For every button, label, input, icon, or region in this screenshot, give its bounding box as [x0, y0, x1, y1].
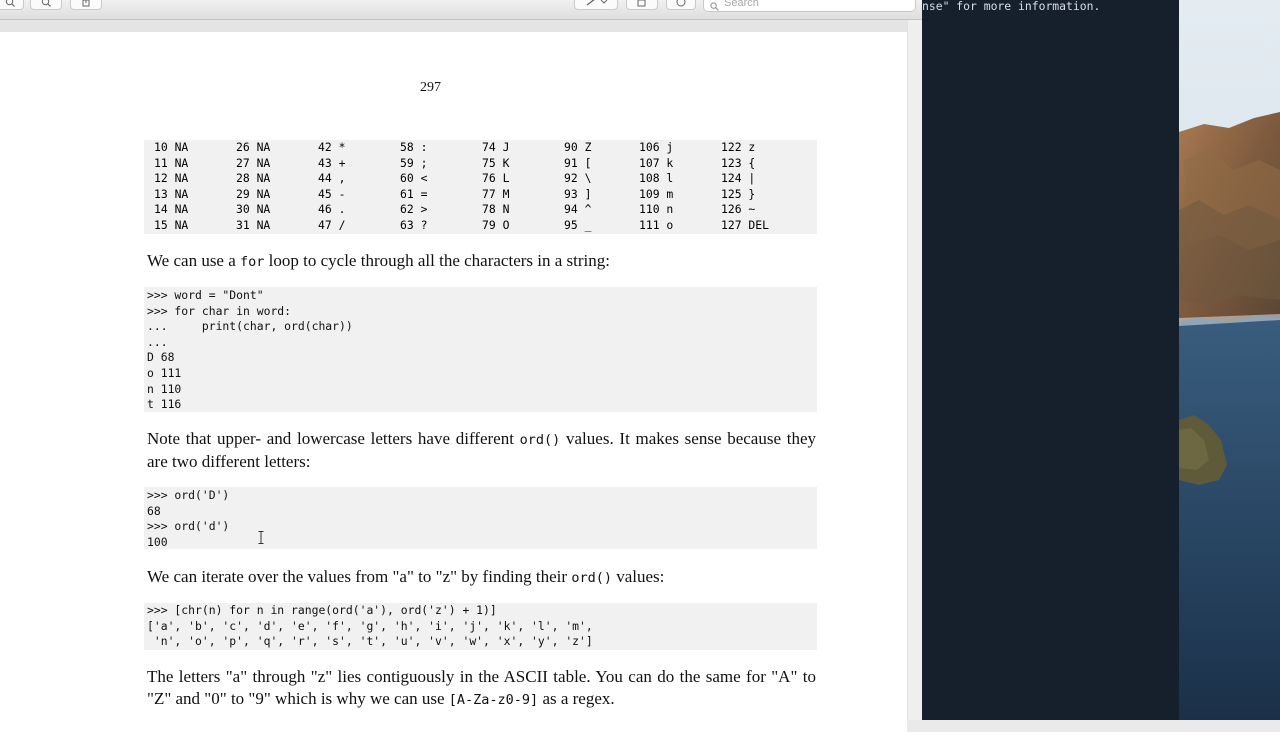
ascii-table-cell: 107 k	[639, 155, 674, 170]
ascii-table-cell: 125 }	[721, 186, 756, 201]
ascii-table-cell: 44 ,	[318, 171, 346, 186]
ascii-table-cell: 95 _	[564, 217, 592, 232]
ascii-table-cell: 123 {	[721, 155, 756, 170]
ascii-table-cell: 61 =	[400, 186, 428, 201]
markup-circle-icon	[676, 0, 686, 7]
inline-code: for	[240, 254, 265, 270]
ascii-table-cell: 106 j	[639, 140, 674, 154]
ibeam-cursor-icon	[258, 531, 264, 544]
zoom-out-icon	[5, 0, 15, 7]
ascii-table-cell: 63 ?	[400, 217, 428, 232]
ascii-table-cell: 124 |	[721, 171, 756, 186]
ascii-table-cell: 78 N	[482, 202, 510, 217]
ascii-table-cell: 26 NA	[236, 140, 271, 154]
paragraph-text: Note that upper- and lowercase letters h…	[147, 429, 520, 448]
inline-code: [A-Za-z0-9]	[448, 692, 539, 708]
search-icon	[710, 0, 719, 16]
ascii-table-cell: 13 NA	[154, 186, 189, 201]
ascii-table-cell: 46 .	[318, 202, 346, 217]
ascii-table-cell: 94 ^	[564, 202, 592, 217]
ascii-table-cell: 122 z	[721, 140, 756, 154]
ascii-table-cell: 91 [	[564, 155, 592, 170]
ascii-table-cell: 12 NA	[154, 171, 189, 186]
ascii-table-cell: 76 L	[482, 171, 510, 186]
rotate-button[interactable]	[626, 0, 658, 10]
ascii-table-row: 12 NA 28 NA 44 , 60 < 76 L 92 \ 108 l 124 |	[144, 171, 817, 187]
ascii-table-cell: 62 >	[400, 202, 428, 217]
paragraph-text: We can use a	[147, 251, 241, 270]
ascii-table-cell: 109 m	[639, 186, 674, 201]
ascii-table-cell: 92 \	[564, 171, 592, 186]
vertical-scrollbar[interactable]	[907, 20, 923, 720]
ascii-table-cell: 77 M	[482, 186, 510, 201]
ascii-table-cell: 11 NA	[154, 155, 189, 170]
zoom-out-button[interactable]	[0, 0, 24, 10]
ascii-table-cell: 27 NA	[236, 155, 271, 170]
ascii-table-cell: 43 +	[318, 155, 346, 170]
share-icon	[81, 0, 91, 7]
inline-code: ord()	[519, 432, 561, 448]
inline-code: ord()	[571, 570, 612, 586]
ascii-table-cell: 126 ~	[721, 202, 756, 217]
ascii-table-cell: 10 NA	[154, 140, 189, 154]
ascii-table-cell: 93 ]	[564, 186, 592, 201]
page-number: 297	[420, 80, 441, 95]
ascii-table-cell: 110 n	[639, 202, 674, 217]
markup-button[interactable]	[574, 0, 618, 10]
ascii-table-cell: 111 o	[639, 217, 674, 232]
ascii-table-cell: 108 l	[639, 171, 674, 186]
paragraph-text: as a regex.	[538, 689, 615, 708]
ascii-table-cell: 28 NA	[236, 171, 271, 186]
desktop-wallpaper	[1179, 0, 1280, 720]
annotate-button[interactable]	[666, 0, 696, 10]
terminal-output-line: nse" for more information.	[922, 0, 1101, 13]
share-button[interactable]	[70, 0, 102, 10]
ascii-table-cell: 75 K	[482, 155, 510, 170]
pdf-toolbar: Search	[0, 0, 922, 20]
ascii-table-cell: 79 O	[482, 217, 510, 232]
ascii-table-row: 11 NA 27 NA 43 + 59 ; 75 K 91 [ 107 k 123 {	[144, 156, 817, 172]
code-block-chr-range: >>> [chr(n) for n in range(ord('a'), ord…	[144, 603, 817, 650]
zoom-in-icon	[41, 0, 51, 7]
paragraph-text: loop to cycle through all the characters…	[264, 251, 610, 270]
ascii-table-row: 14 NA 30 NA 46 . 62 > 78 N 94 ^ 110 n 126 ~	[144, 202, 817, 218]
terminal-window[interactable]: nse" for more information.	[922, 0, 1179, 720]
paragraph-text: values:	[611, 567, 665, 586]
ascii-table-cell: 90 Z	[564, 140, 592, 154]
ascii-table-cell: 31 NA	[236, 217, 271, 232]
ascii-table-cell: 59 ;	[400, 155, 428, 170]
ascii-table-cell: 14 NA	[154, 202, 189, 217]
ascii-table-cell: 29 NA	[236, 186, 271, 201]
ascii-table-cell: 127 DEL	[721, 217, 770, 232]
wallpaper-image	[1179, 0, 1280, 720]
code-block-for-loop: >>> word = "Dont" >>> for char in word: …	[144, 287, 817, 412]
ascii-table-row: 10 NA 26 NA 42 * 58 : 74 J 90 Z 106 j 122 z	[144, 140, 817, 156]
paragraph-iterate: We can iterate over the values from "a" …	[147, 566, 816, 589]
code-listing: >>> ord('D') 68 >>> ord('d') 100	[147, 488, 230, 549]
ascii-table-cell: 45 -	[318, 186, 346, 201]
ascii-table-cell: 74 J	[482, 140, 510, 154]
search-placeholder: Search	[724, 0, 759, 9]
ascii-table-cell: 60 <	[400, 171, 428, 186]
code-listing: >>> word = "Dont" >>> for char in word: …	[147, 288, 353, 412]
ascii-table-cell: 47 /	[318, 217, 346, 232]
pen-icon	[584, 0, 608, 7]
ascii-table-cell: 30 NA	[236, 202, 271, 217]
paragraph-upper-lower: Note that upper- and lowercase letters h…	[147, 428, 816, 473]
paragraph-for-loop: We can use a for loop to cycle through a…	[147, 250, 816, 273]
paragraph-contiguous: The letters "a" through "z" lies contigu…	[147, 666, 816, 711]
ascii-table-cell: 58 :	[400, 140, 428, 154]
code-listing: >>> [chr(n) for n in range(ord('a'), ord…	[147, 603, 593, 649]
ascii-table-row: 15 NA 31 NA 47 / 63 ? 79 O 95 _ 111 o 127 DEL	[144, 218, 817, 234]
ascii-table-row: 13 NA 29 NA 45 - 61 = 77 M 93 ] 109 m 125 }	[144, 187, 817, 203]
ascii-table-block: 10 NA 26 NA 42 * 58 : 74 J 90 Z 106 j 122 z 11 N…	[144, 140, 817, 234]
search-field[interactable]: Search	[703, 0, 916, 12]
paragraph-text: We can iterate over the values from "a" …	[147, 567, 572, 586]
ascii-table-cell: 42 *	[318, 140, 346, 154]
zoom-in-button[interactable]	[30, 0, 62, 10]
ascii-table-cell: 15 NA	[154, 217, 189, 232]
code-block-ord: >>> ord('D') 68 >>> ord('d') 100	[144, 487, 817, 549]
rotate-icon	[636, 0, 648, 7]
ascii-table: 10 NA 26 NA 42 * 58 : 74 J 90 Z 106 j 122 z 11 N…	[144, 140, 817, 234]
